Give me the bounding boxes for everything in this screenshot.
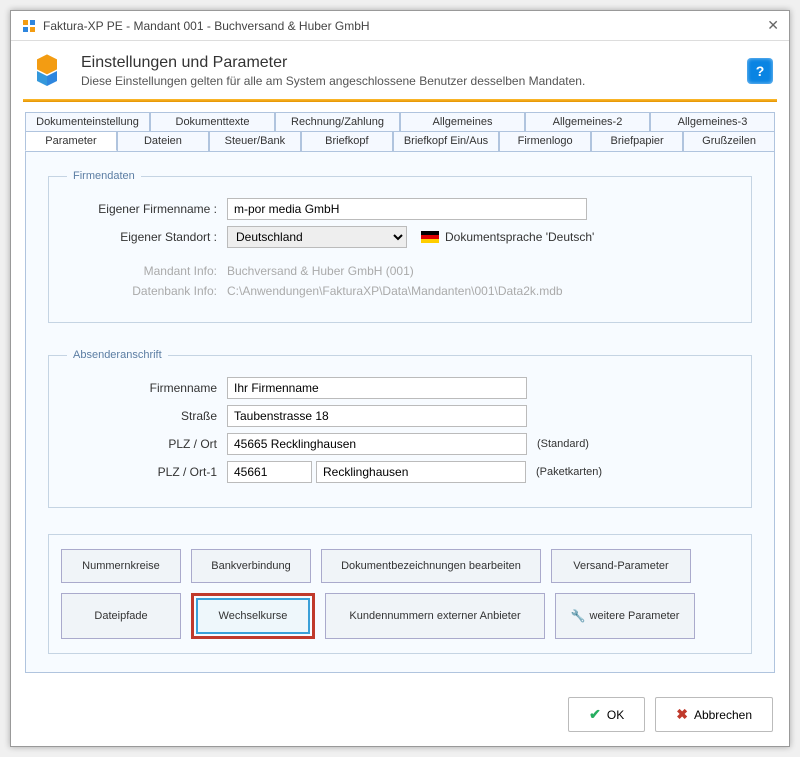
plzort-hint: (Standard) [537, 438, 589, 450]
check-icon: ✔ [589, 706, 601, 723]
db-info: C:\Anwendungen\FakturaXP\Data\Mandanten\… [227, 284, 563, 298]
btn-weitere-label: weitere Parameter [590, 610, 680, 622]
ok-label: OK [607, 708, 624, 722]
tab-allgemeines[interactable]: Allgemeines [400, 112, 525, 131]
tab-briefkopf-ein-aus[interactable]: Briefkopf Ein/Aus [393, 131, 499, 151]
btn-weitere-parameter[interactable]: 🔧 weitere Parameter [555, 593, 695, 639]
logo-icon [27, 51, 67, 91]
help-icon: ? [756, 63, 765, 79]
input-firmenname2[interactable] [227, 377, 527, 399]
tab-allgemeines-2[interactable]: Allgemeines-2 [525, 112, 650, 131]
fieldset-firmendaten: Firmendaten Eigener Firmenname : Eigener… [48, 170, 752, 323]
input-ort1[interactable] [316, 461, 526, 483]
label-db-info: Datenbank Info: [67, 284, 217, 298]
label-plzort1: PLZ / Ort-1 [67, 465, 217, 479]
btn-wechselkurse[interactable]: Wechselkurse [196, 598, 310, 634]
btn-nummernkreise[interactable]: Nummernkreise [61, 549, 181, 583]
label-strasse: Straße [67, 409, 217, 423]
divider [23, 99, 777, 102]
panel-parameter: Firmendaten Eigener Firmenname : Eigener… [25, 151, 775, 673]
help-button[interactable]: ? [747, 58, 773, 84]
tab-parameter[interactable]: Parameter [25, 131, 117, 151]
tab-rechnung-zahlung[interactable]: Rechnung/Zahlung [275, 112, 400, 131]
app-window: Faktura-XP PE - Mandant 001 - Buchversan… [10, 10, 790, 747]
btn-bankverbindung[interactable]: Bankverbindung [191, 549, 311, 583]
header: Einstellungen und Parameter Diese Einste… [11, 41, 789, 99]
flag-de-icon [421, 231, 439, 243]
mandant-info: Buchversand & Huber GmbH (001) [227, 264, 414, 278]
tab-allgemeines-3[interactable]: Allgemeines-3 [650, 112, 775, 131]
wrench-icon: 🔧 [571, 609, 586, 623]
label-standort: Eigener Standort : [67, 230, 217, 244]
legend-firmendaten: Firmendaten [67, 170, 141, 182]
input-plz1[interactable] [227, 461, 312, 483]
tab-dateien[interactable]: Dateien [117, 131, 209, 151]
page-subtitle: Diese Einstellungen gelten für alle am S… [81, 74, 585, 88]
btn-kundennummern[interactable]: Kundennummern externer Anbieter [325, 593, 545, 639]
doc-language: Dokumentsprache 'Deutsch' [445, 230, 594, 244]
fieldset-absender: Absenderanschrift Firmenname Straße PLZ … [48, 349, 752, 508]
tab-row-top: Dokumenteinstellung Dokumenttexte Rechnu… [25, 112, 775, 131]
tab-firmenlogo[interactable]: Firmenlogo [499, 131, 591, 151]
cancel-button[interactable]: ✖ Abbrechen [655, 697, 773, 732]
select-standort[interactable]: Deutschland [227, 226, 407, 248]
tab-briefpapier[interactable]: Briefpapier [591, 131, 683, 151]
parameter-buttons: Nummernkreise Bankverbindung Dokumentbez… [48, 534, 752, 654]
label-firmenname2: Firmenname [67, 381, 217, 395]
label-mandant-info: Mandant Info: [67, 264, 217, 278]
x-icon: ✖ [676, 706, 688, 723]
btn-dokumentbezeichnungen[interactable]: Dokumentbezeichnungen bearbeiten [321, 549, 541, 583]
cancel-label: Abbrechen [694, 708, 752, 722]
ok-button[interactable]: ✔ OK [568, 697, 645, 732]
close-icon[interactable]: ✕ [767, 17, 779, 34]
tab-grusszeilen[interactable]: Grußzeilen [683, 131, 775, 151]
app-icon [21, 18, 37, 34]
input-firmenname[interactable] [227, 198, 587, 220]
highlight-wechselkurse: Wechselkurse [191, 593, 315, 639]
plzort1-hint: (Paketkarten) [536, 466, 602, 478]
input-plzort[interactable] [227, 433, 527, 455]
legend-absender: Absenderanschrift [67, 349, 168, 361]
window-title: Faktura-XP PE - Mandant 001 - Buchversan… [43, 19, 767, 33]
tab-steuer-bank[interactable]: Steuer/Bank [209, 131, 301, 151]
label-plzort: PLZ / Ort [67, 437, 217, 451]
page-title: Einstellungen und Parameter [81, 54, 585, 72]
tab-row-bottom: Parameter Dateien Steuer/Bank Briefkopf … [25, 131, 775, 151]
tab-dokumenteinstellung[interactable]: Dokumenteinstellung [25, 112, 150, 131]
label-firmenname: Eigener Firmenname : [67, 202, 217, 216]
btn-versand-parameter[interactable]: Versand-Parameter [551, 549, 691, 583]
tab-briefkopf[interactable]: Briefkopf [301, 131, 393, 151]
input-strasse[interactable] [227, 405, 527, 427]
titlebar: Faktura-XP PE - Mandant 001 - Buchversan… [11, 11, 789, 41]
btn-dateipfade[interactable]: Dateipfade [61, 593, 181, 639]
tab-dokumenttexte[interactable]: Dokumenttexte [150, 112, 275, 131]
